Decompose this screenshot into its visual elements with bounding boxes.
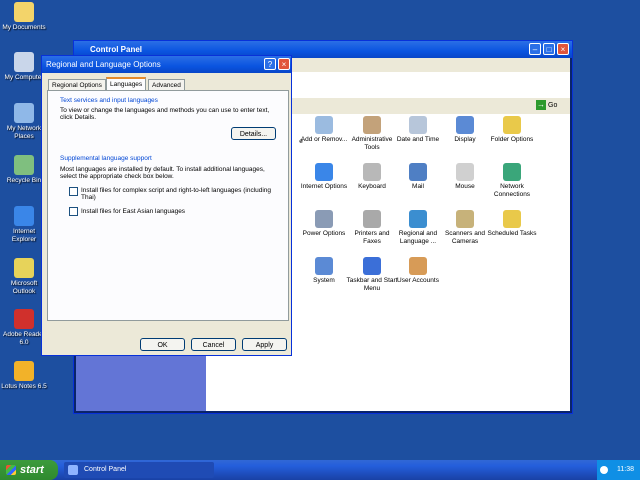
dialog-title: Regional and Language Options xyxy=(46,60,161,69)
ok-button[interactable]: OK xyxy=(140,338,185,351)
cp-item-internet-options[interactable]: Internet Options xyxy=(298,163,350,191)
cp-item-keyboard[interactable]: Keyboard xyxy=(346,163,398,191)
folder-icon xyxy=(14,2,34,22)
minimize-button[interactable]: – xyxy=(529,43,541,55)
system-tray: 11:38 xyxy=(597,460,640,480)
taskbar: start Control Panel 11:38 xyxy=(0,460,640,480)
details-button[interactable]: Details... xyxy=(231,127,276,140)
computer-icon xyxy=(14,52,34,72)
cp-item-scanners-cameras[interactable]: Scanners and Cameras xyxy=(439,210,491,246)
power-options-icon xyxy=(315,210,333,228)
printer-icon xyxy=(363,210,381,228)
mail-icon xyxy=(409,163,427,181)
cp-item-scheduled-tasks[interactable]: Scheduled Tasks xyxy=(486,210,538,238)
maximize-button[interactable]: □ xyxy=(543,43,555,55)
outlook-icon xyxy=(14,258,34,278)
desktop-icon-lotus-notes[interactable]: Lotus Notes 6.5 xyxy=(0,361,48,391)
dialog-titlebar[interactable]: Regional and Language Options ? × xyxy=(42,56,291,73)
cp-item-regional-language[interactable]: Regional and Language ... xyxy=(392,210,444,246)
cp-item-mail[interactable]: Mail xyxy=(392,163,444,191)
group-heading: Supplemental language support xyxy=(60,155,152,162)
complex-script-label: Install files for complex script and rig… xyxy=(81,187,272,201)
adobe-reader-icon xyxy=(14,309,34,329)
internet-explorer-icon xyxy=(14,206,34,226)
network-icon xyxy=(14,103,34,123)
cp-item-printers-faxes[interactable]: Printers and Faxes xyxy=(346,210,398,246)
control-panel-icon xyxy=(68,465,78,475)
scanner-camera-icon xyxy=(456,210,474,228)
cp-item-network-connections[interactable]: Network Connections xyxy=(486,163,538,199)
dialog-close-button[interactable]: × xyxy=(278,58,290,70)
start-button[interactable]: start xyxy=(0,460,58,480)
add-remove-programs-icon xyxy=(315,116,333,134)
desktop-icon-label: Lotus Notes 6.5 xyxy=(1,383,47,390)
windows-logo-icon xyxy=(6,465,16,475)
desktop-icon-my-documents[interactable]: My Documents xyxy=(0,2,48,32)
cp-item-power-options[interactable]: Power Options xyxy=(298,210,350,238)
globe-icon xyxy=(409,210,427,228)
system-icon xyxy=(315,257,333,275)
cancel-button[interactable]: Cancel xyxy=(191,338,236,351)
administrative-tools-icon xyxy=(363,116,381,134)
east-asian-label: Install files for East Asian languages xyxy=(81,208,186,215)
east-asian-checkbox[interactable] xyxy=(69,207,78,216)
regional-language-dialog: Regional and Language Options ? × Region… xyxy=(41,55,292,356)
internet-options-icon xyxy=(315,163,333,181)
taskbar-icon xyxy=(363,257,381,275)
supplemental-support-group: Supplemental language support Most langu… xyxy=(60,155,282,180)
clock: 11:38 xyxy=(617,466,634,473)
help-button[interactable]: ? xyxy=(264,58,276,70)
folder-options-icon xyxy=(503,116,521,134)
keyboard-icon xyxy=(363,163,381,181)
go-button[interactable]: → Go xyxy=(536,99,562,112)
apply-button[interactable]: Apply xyxy=(242,338,287,351)
text-services-group: Text services and input languages To vie… xyxy=(60,97,280,121)
display-icon xyxy=(456,116,474,134)
cp-item-user-accounts[interactable]: User Accounts xyxy=(392,257,444,285)
cp-item-display[interactable]: Display xyxy=(439,116,491,144)
desktop-icon-label: My Documents xyxy=(2,24,46,31)
cp-item-add-remove[interactable]: Add or Remov... xyxy=(298,116,350,144)
close-button[interactable]: × xyxy=(557,43,569,55)
mouse-icon xyxy=(456,163,474,181)
scheduled-tasks-icon xyxy=(503,210,521,228)
complex-script-checkbox[interactable] xyxy=(69,187,78,196)
cp-item-folder-options[interactable]: Folder Options xyxy=(486,116,538,144)
tray-icon[interactable] xyxy=(600,466,608,474)
go-arrow-icon: → xyxy=(536,100,546,111)
cp-item-taskbar-start-menu[interactable]: Taskbar and Start Menu xyxy=(346,257,398,293)
network-connections-icon xyxy=(503,163,521,181)
cp-item-mouse[interactable]: Mouse xyxy=(439,163,491,191)
cp-item-system[interactable]: System xyxy=(298,257,350,285)
taskbar-item-control-panel[interactable]: Control Panel xyxy=(64,462,214,478)
window-title: Control Panel xyxy=(90,45,143,54)
cp-item-date-time[interactable]: Date and Time xyxy=(392,116,444,144)
group-description: Most languages are installed by default.… xyxy=(60,166,265,180)
recycle-bin-icon xyxy=(14,155,34,175)
languages-panel: Text services and input languages To vie… xyxy=(47,90,289,321)
clock-icon xyxy=(409,116,427,134)
group-description: To view or change the languages and meth… xyxy=(60,107,270,121)
lotus-notes-icon xyxy=(14,361,34,381)
user-accounts-icon xyxy=(409,257,427,275)
cp-item-administrative-tools[interactable]: Administrative Tools xyxy=(346,116,398,152)
group-heading: Text services and input languages xyxy=(60,97,158,104)
